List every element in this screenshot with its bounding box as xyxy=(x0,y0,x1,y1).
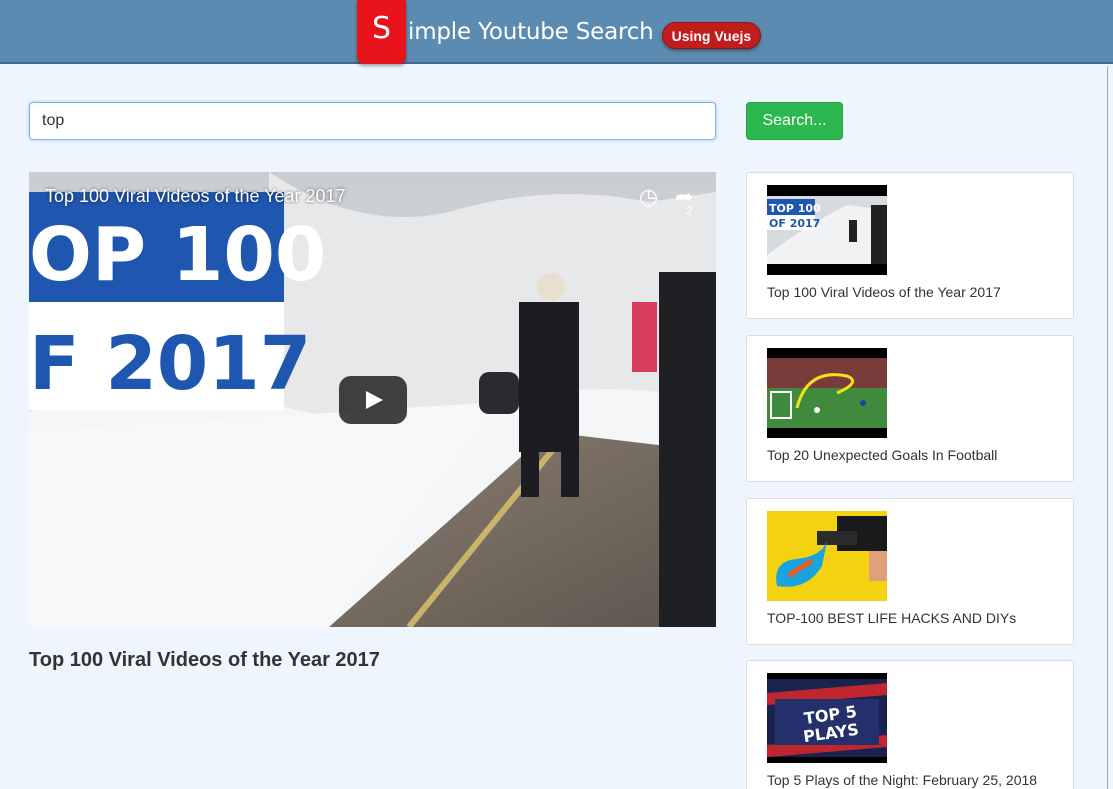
result-thumbnail[interactable] xyxy=(767,511,887,601)
result-card[interactable]: TOP 100 OF 2017 Top 100 Viral Videos of … xyxy=(746,172,1074,319)
top-header-bar: S imple Youtube Search Using Vuejs xyxy=(0,0,1113,64)
player-overlay-title: Top 100 Viral Videos of the Year 2017 xyxy=(45,186,346,206)
share-count: 2 xyxy=(686,204,693,218)
search-input[interactable] xyxy=(29,102,716,140)
result-thumbnail[interactable]: TOP 100 OF 2017 xyxy=(767,185,887,275)
thumb-text-top100: OP 100 xyxy=(29,212,326,298)
logo-s-icon: S xyxy=(357,0,406,64)
video-title: Top 100 Viral Videos of the Year 2017 xyxy=(29,649,380,671)
result-title[interactable]: Top 20 Unexpected Goals In Football xyxy=(767,447,997,463)
page-right-border xyxy=(1107,66,1108,789)
video-player[interactable]: OP 100 F 2017 Top 100 Viral Videos of th… xyxy=(29,172,716,627)
result-title[interactable]: Top 100 Viral Videos of the Year 2017 xyxy=(767,284,1001,300)
result-thumbnail[interactable]: TOP 5 PLAYS xyxy=(767,673,887,763)
play-button[interactable] xyxy=(339,376,407,424)
result-thumb-text: OF 2017 xyxy=(769,217,820,230)
result-title[interactable]: TOP-100 BEST LIFE HACKS AND DIYs xyxy=(767,610,1016,626)
thumb-text-2017: F 2017 xyxy=(29,321,311,407)
result-card[interactable]: TOP-100 BEST LIFE HACKS AND DIYs xyxy=(746,498,1074,645)
result-thumbnail[interactable] xyxy=(767,348,887,438)
vuejs-badge: Using Vuejs xyxy=(661,22,762,49)
result-card[interactable]: TOP 5 PLAYS Top 5 Plays of the Night: Fe… xyxy=(746,660,1074,789)
app-title: imple Youtube Search xyxy=(408,19,654,45)
result-title[interactable]: Top 5 Plays of the Night: February 25, 2… xyxy=(767,772,1037,788)
result-thumb-text: TOP 100 xyxy=(769,202,821,215)
clock-icon[interactable]: ◷ xyxy=(639,184,658,210)
search-button[interactable]: Search... xyxy=(746,102,843,140)
brand: S imple Youtube Search Using Vuejs xyxy=(357,0,762,64)
result-card[interactable]: Top 20 Unexpected Goals In Football xyxy=(746,335,1074,482)
